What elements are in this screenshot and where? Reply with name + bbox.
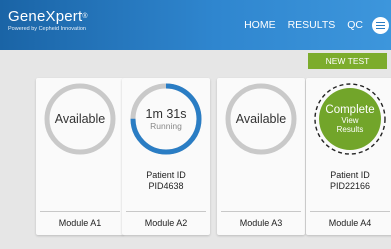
module-card-a3[interactable]: Available Module A3: [217, 78, 305, 235]
module-status: Complete View Results: [313, 82, 387, 156]
new-test-button[interactable]: NEW TEST: [308, 53, 387, 69]
nav-home[interactable]: HOME: [244, 19, 276, 31]
brand-logo[interactable]: GeneXpert® Powered by Cepheid Innovation: [8, 9, 88, 33]
module-card-a4[interactable]: Complete View Results Patient ID PID2216…: [306, 78, 391, 235]
module-running-label: Running: [150, 121, 182, 131]
brand-registered-mark: ®: [82, 13, 88, 20]
patient-id-label: Patient ID: [330, 170, 370, 180]
module-status-text: Available: [54, 112, 106, 126]
module-status: Available: [43, 82, 117, 156]
module-card-a1[interactable]: Available Module A1: [36, 78, 124, 235]
module-name: Module A3: [239, 218, 283, 228]
module-name: Module A2: [144, 218, 188, 228]
patient-info: Patient ID PID4638: [122, 170, 210, 192]
brand-tagline: Powered by Cepheid Innovation: [8, 26, 86, 32]
view-results-link-line2[interactable]: Results: [337, 125, 364, 134]
nav-qc[interactable]: QC: [347, 19, 363, 31]
module-status: 1m 31s Running: [129, 82, 203, 156]
patient-id-label: Patient ID: [146, 170, 186, 180]
top-navigation-bar: GeneXpert® Powered by Cepheid Innovation…: [0, 0, 391, 50]
patient-id-value: PID22166: [329, 181, 371, 191]
card-divider: [310, 211, 390, 212]
module-name: Module A1: [58, 218, 102, 228]
brand-name: GeneXpert®: [8, 9, 88, 25]
card-divider: [126, 211, 206, 212]
patient-id-value: PID4638: [148, 181, 184, 191]
module-status: Available: [224, 82, 298, 156]
card-divider: [221, 211, 301, 212]
main-nav: HOME RESULTS QC: [232, 0, 391, 50]
module-card-a2[interactable]: 1m 31s Running Patient ID PID4638 Module…: [122, 78, 210, 235]
brand-wordmark: GeneXpert: [8, 8, 83, 25]
module-status-text: Complete: [325, 104, 375, 116]
view-results-link[interactable]: View: [341, 116, 358, 125]
card-divider: [40, 211, 120, 212]
module-name: Module A4: [328, 218, 372, 228]
module-status-text: Available: [235, 112, 287, 126]
patient-info: Patient ID PID22166: [306, 170, 391, 192]
hamburger-menu-icon[interactable]: [372, 16, 389, 34]
module-timer: 1m 31s: [145, 107, 187, 121]
nav-results[interactable]: RESULTS: [288, 19, 336, 31]
